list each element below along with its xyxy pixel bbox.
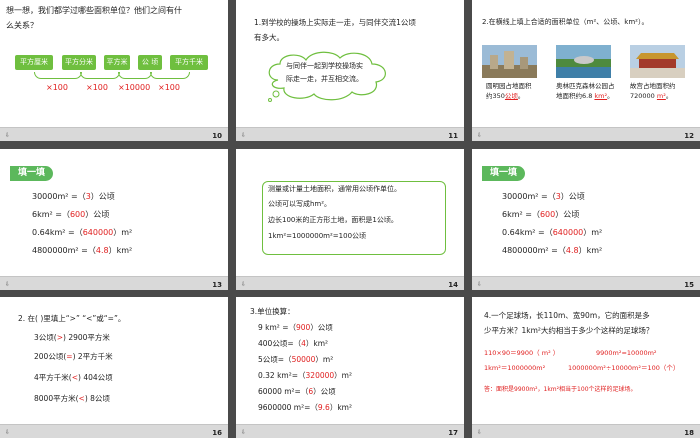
- slide-footer: ⇩ 14: [236, 276, 464, 290]
- factor-label: ×100: [46, 83, 68, 92]
- slide-footer: ⇩ 13: [0, 276, 228, 290]
- download-icon[interactable]: ⇩: [477, 132, 482, 139]
- slide-18[interactable]: 4.一个足球场，长110m、宽90m，它的面积是多 少平方米？1km²大约相当于…: [472, 297, 700, 438]
- definition-line: 测量或计量土地面积，通常用公顷作单位。: [268, 185, 401, 193]
- calc-line: 1km²＝1000000m²: [484, 364, 546, 372]
- caption-1: 圆明园占地面积 约350公顷。: [486, 82, 532, 100]
- slide-15[interactable]: 填一填 30000m² =（3）公顷 6km² =（600）公顷 0.64km²…: [472, 149, 700, 290]
- unit-hectare: 公 顷: [138, 55, 162, 70]
- slide-13[interactable]: 填一填 30000m² =（3）公顷 6km² =（600）公顷 0.64km²…: [0, 149, 228, 290]
- equation-row: 0.64km² =（640000）m²: [502, 228, 603, 237]
- download-icon[interactable]: ⇩: [241, 281, 246, 288]
- cloud-text-2: 际走一走，并互相交流。: [286, 75, 363, 83]
- definition-line: 1km²=1000000m²=100公顷: [268, 232, 367, 240]
- page-number: 16: [212, 429, 222, 437]
- definition-line: 边长100米的正方形土地，面积是1公顷。: [268, 216, 398, 224]
- section-badge: 填一填: [482, 166, 526, 181]
- photo-forbidden-city: [630, 45, 685, 78]
- factor-label: ×100: [158, 83, 180, 92]
- slide-17[interactable]: 3.单位换算： 9 km² =（900）公顷 400公顷=（4）km² 5公顷=…: [236, 297, 464, 438]
- question-text: 3.单位换算：: [250, 307, 295, 316]
- page-number: 13: [212, 281, 222, 289]
- download-icon[interactable]: ⇩: [241, 132, 246, 139]
- slide-footer: ⇩ 16: [0, 424, 228, 438]
- arrow-arc: [80, 72, 120, 79]
- factor-label: ×100: [86, 83, 108, 92]
- calc-line: 9900m²=10000m²: [596, 349, 657, 357]
- download-icon[interactable]: ⇩: [241, 429, 246, 436]
- page-number: 18: [684, 429, 694, 437]
- question-text: 2.在横线上填上合适的面积单位（m²、公顷、km²）。: [482, 18, 649, 26]
- question-text: 2. 在( )里填上“>” “<”或“=”。: [18, 314, 126, 323]
- equation-row: 6km² =（600）公顷: [502, 210, 580, 219]
- conversion-row: 5公顷=（50000）m²: [258, 355, 334, 364]
- download-icon[interactable]: ⇩: [5, 281, 10, 288]
- question-text-2: 有多大。: [254, 33, 284, 42]
- download-icon[interactable]: ⇩: [477, 281, 482, 288]
- question-text: 1.到学校的操场上实际走一走，与同伴交流1公顷: [254, 18, 416, 27]
- calc-line: 1000000m²÷10000m²＝100（个）: [568, 364, 680, 372]
- equation-row: 30000m² =（3）公顷: [502, 192, 585, 201]
- photo-olympic-park: [556, 45, 611, 78]
- section-badge: 填一填: [10, 166, 54, 181]
- slide-footer: ⇩ 18: [472, 424, 700, 438]
- conversion-row: 9600000 m²=（9.6）km²: [258, 403, 352, 412]
- conversion-row: 9 km² =（900）公顷: [258, 323, 333, 332]
- slide-footer: ⇩ 12: [472, 127, 700, 141]
- slide-16[interactable]: 2. 在( )里填上“>” “<”或“=”。 3公顷(>) 2900平方米 20…: [0, 297, 228, 438]
- unit-sq-m: 平方米: [104, 55, 130, 70]
- slide-11[interactable]: 1.到学校的操场上实际走一走，与同伴交流1公顷 有多大。 与同伴一起到学校操场实…: [236, 0, 464, 141]
- page-number: 11: [448, 132, 458, 140]
- arrow-arc: [34, 72, 82, 79]
- compare-row: 4平方千米(<) 404公顷: [34, 373, 113, 382]
- equation-row: 4800000m² =（4.8）km²: [32, 246, 133, 255]
- unit-sq-cm: 平方厘米: [15, 55, 53, 70]
- slide-footer: ⇩ 17: [236, 424, 464, 438]
- page-number: 17: [448, 429, 458, 437]
- conversion-row: 60000 m²=（6）公顷: [258, 387, 336, 396]
- photo-yuanmingyuan: [482, 45, 537, 78]
- factor-label: ×10000: [118, 83, 151, 92]
- unit-sq-km: 平方千米: [170, 55, 208, 70]
- page-number: 15: [684, 281, 694, 289]
- page-number: 14: [448, 281, 458, 289]
- question-text-2: 少平方米？1km²大约相当于多少个这样的足球场？: [484, 326, 654, 335]
- arrow-arc: [150, 72, 190, 79]
- slide-footer: ⇩ 15: [472, 276, 700, 290]
- question-text: 4.一个足球场，长110m、宽90m，它的面积是多: [484, 311, 650, 320]
- download-icon[interactable]: ⇩: [5, 132, 10, 139]
- unit-sq-dm: 平方分米: [62, 55, 96, 70]
- equation-row: 4800000m² =（4.8）km²: [502, 246, 603, 255]
- calc-line: 110×90＝9900（ m² ）: [484, 349, 560, 357]
- download-icon[interactable]: ⇩: [477, 429, 482, 436]
- cloud-text: 与同伴一起到学校操场实: [286, 62, 363, 70]
- arrow-arc: [118, 72, 152, 79]
- slide-14[interactable]: 测量或计量土地面积，通常用公顷作单位。 公顷可以写成hm²。 边长100米的正方…: [236, 149, 464, 290]
- equation-row: 0.64km² =（640000）m²: [32, 228, 133, 237]
- conversion-row: 0.32 km²=（320000）m²: [258, 371, 352, 380]
- caption-3: 故宫占地面积约 720000 m²。: [630, 82, 676, 100]
- slide-10[interactable]: 想一想，我们都学过哪些面积单位？他们之间有什 么关系？ 平方厘米 平方分米 平方…: [0, 0, 228, 141]
- download-icon[interactable]: ⇩: [5, 429, 10, 436]
- compare-row: 200公顷(=) 2平方千米: [34, 352, 113, 361]
- definition-line: 公顷可以写成hm²。: [268, 200, 332, 208]
- slide-footer: ⇩ 11: [236, 127, 464, 141]
- question-text: 想一想，我们都学过哪些面积单位？他们之间有什: [6, 6, 182, 15]
- slide-12[interactable]: 2.在横线上填上合适的面积单位（m²、公顷、km²）。 圆明园占地面积 约350…: [472, 0, 700, 141]
- question-text-2: 么关系？: [6, 21, 38, 30]
- answer-line: 答：面积是9900m²，1km²相当于100个这样的足球场。: [484, 386, 637, 393]
- conversion-row: 400公顷=（4）km²: [258, 339, 329, 348]
- page-number: 10: [212, 132, 222, 140]
- equation-row: 6km² =（600）公顷: [32, 210, 110, 219]
- equation-row: 30000m² =（3）公顷: [32, 192, 115, 201]
- compare-row: 3公顷(>) 2900平方米: [34, 333, 110, 342]
- slide-footer: ⇩ 10: [0, 127, 228, 141]
- caption-2: 奥林匹克森林公园占 地面积约6.8 km²。: [556, 82, 615, 100]
- page-number: 12: [684, 132, 694, 140]
- compare-row: 8000平方米(<) 8公顷: [34, 394, 110, 403]
